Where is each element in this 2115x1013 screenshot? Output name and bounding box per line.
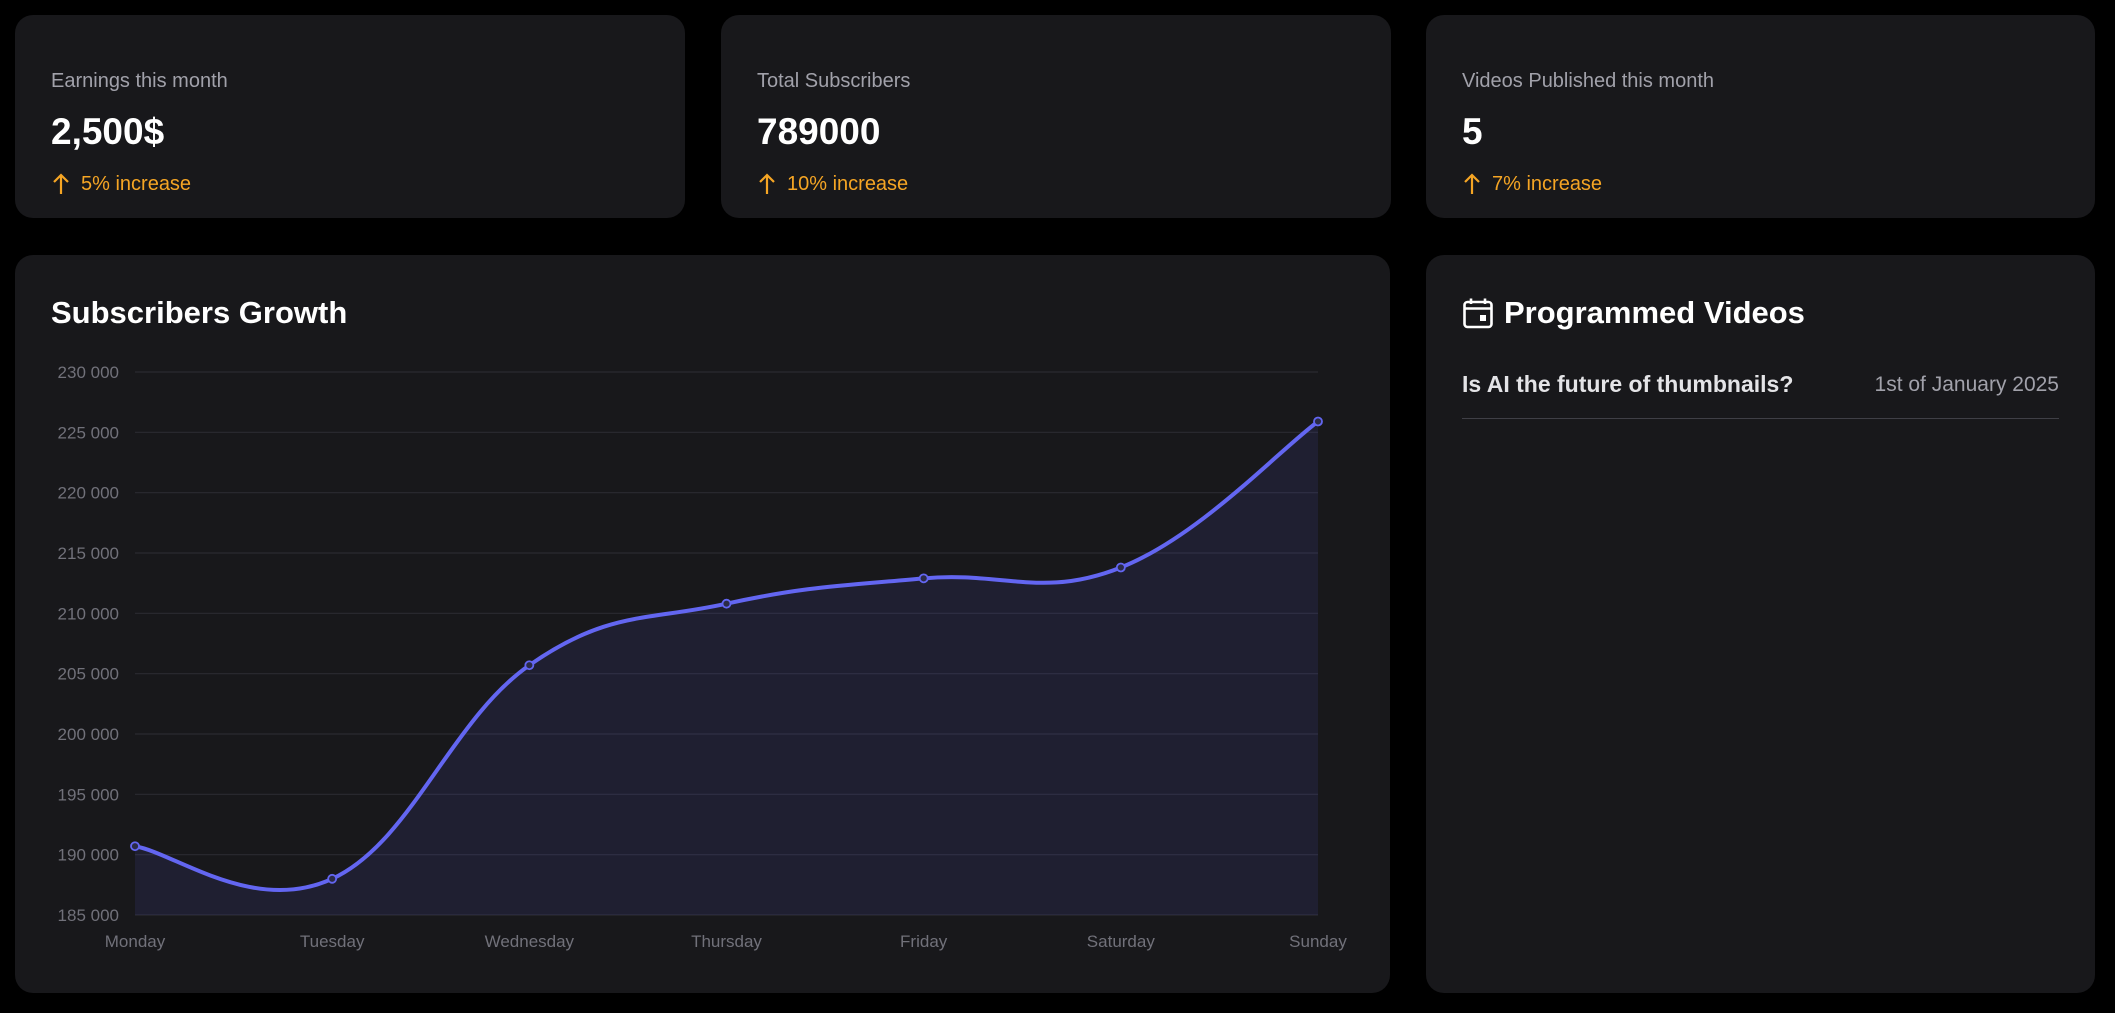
data-point[interactable] (327, 873, 338, 884)
y-tick-label: 195 000 (58, 785, 119, 804)
arrow-up-icon (1464, 173, 1480, 194)
video-date: 1st of January 2025 (1874, 373, 2059, 396)
data-point[interactable] (130, 841, 140, 852)
calendar-icon (1463, 298, 1493, 329)
stat-change-text: 7% increase (1492, 173, 1603, 195)
data-point[interactable] (524, 660, 535, 671)
y-tick-label: 230 000 (58, 363, 119, 382)
stat-card-subscribers: Total Subscribers 789000 10% increase (721, 15, 1391, 218)
programmed-videos-title: Programmed Videos (1504, 295, 1805, 330)
stat-change-text: 5% increase (81, 173, 192, 195)
stat-label: Videos Published this month (1462, 70, 1715, 92)
programmed-videos-card: Programmed Videos Is AI the future of th… (1426, 255, 2095, 993)
y-tick-label: 210 000 (58, 604, 119, 623)
y-tick-label: 220 000 (58, 484, 119, 503)
stat-card-earnings: Earnings this month 2,500$ 5% increase (15, 15, 685, 218)
programmed-video-item[interactable]: Is AI the future of thumbnails? 1st of J… (1462, 373, 2059, 419)
stat-change-text: 10% increase (787, 173, 909, 195)
stat-value: 789000 (757, 111, 881, 152)
stat-label: Total Subscribers (757, 70, 911, 92)
x-tick-label: Monday (105, 932, 166, 951)
arrow-up-icon (759, 173, 775, 194)
stat-value: 2,500$ (51, 111, 165, 152)
x-tick-label: Tuesday (300, 932, 365, 951)
stat-label: Earnings this month (51, 70, 228, 92)
stat-change: 5% increase (51, 172, 649, 196)
y-tick-label: 205 000 (58, 665, 119, 684)
x-tick-label: Friday (900, 932, 948, 951)
data-point[interactable] (1313, 416, 1323, 427)
stat-value: 5 (1462, 111, 1483, 152)
x-tick-label: Saturday (1087, 932, 1156, 951)
x-tick-label: Thursday (691, 932, 762, 951)
stat-change: 10% increase (757, 172, 1355, 196)
stat-change: 7% increase (1462, 172, 2059, 196)
stat-card-videos: Videos Published this month 5 7% increas… (1426, 15, 2095, 218)
x-tick-label: Sunday (1289, 932, 1347, 951)
arrow-up-icon (53, 173, 69, 194)
y-tick-label: 225 000 (58, 423, 119, 442)
y-tick-label: 200 000 (58, 725, 119, 744)
data-point[interactable] (918, 573, 929, 584)
y-tick-label: 215 000 (58, 544, 119, 563)
y-tick-label: 185 000 (58, 906, 119, 925)
data-point[interactable] (721, 598, 732, 609)
x-tick-label: Wednesday (485, 932, 575, 951)
subscribers-growth-card: Subscribers Growth 230 000 225 000 220 000… (15, 255, 1390, 993)
area-fill (135, 421, 1318, 915)
video-title: Is AI the future of thumbnails? (1462, 371, 1794, 397)
data-point[interactable] (1115, 562, 1126, 573)
subscribers-growth-chart: 230 000 225 000 220 000 215 000 210 000 205 0… (58, 363, 1348, 951)
y-tick-label: 190 000 (58, 846, 119, 865)
